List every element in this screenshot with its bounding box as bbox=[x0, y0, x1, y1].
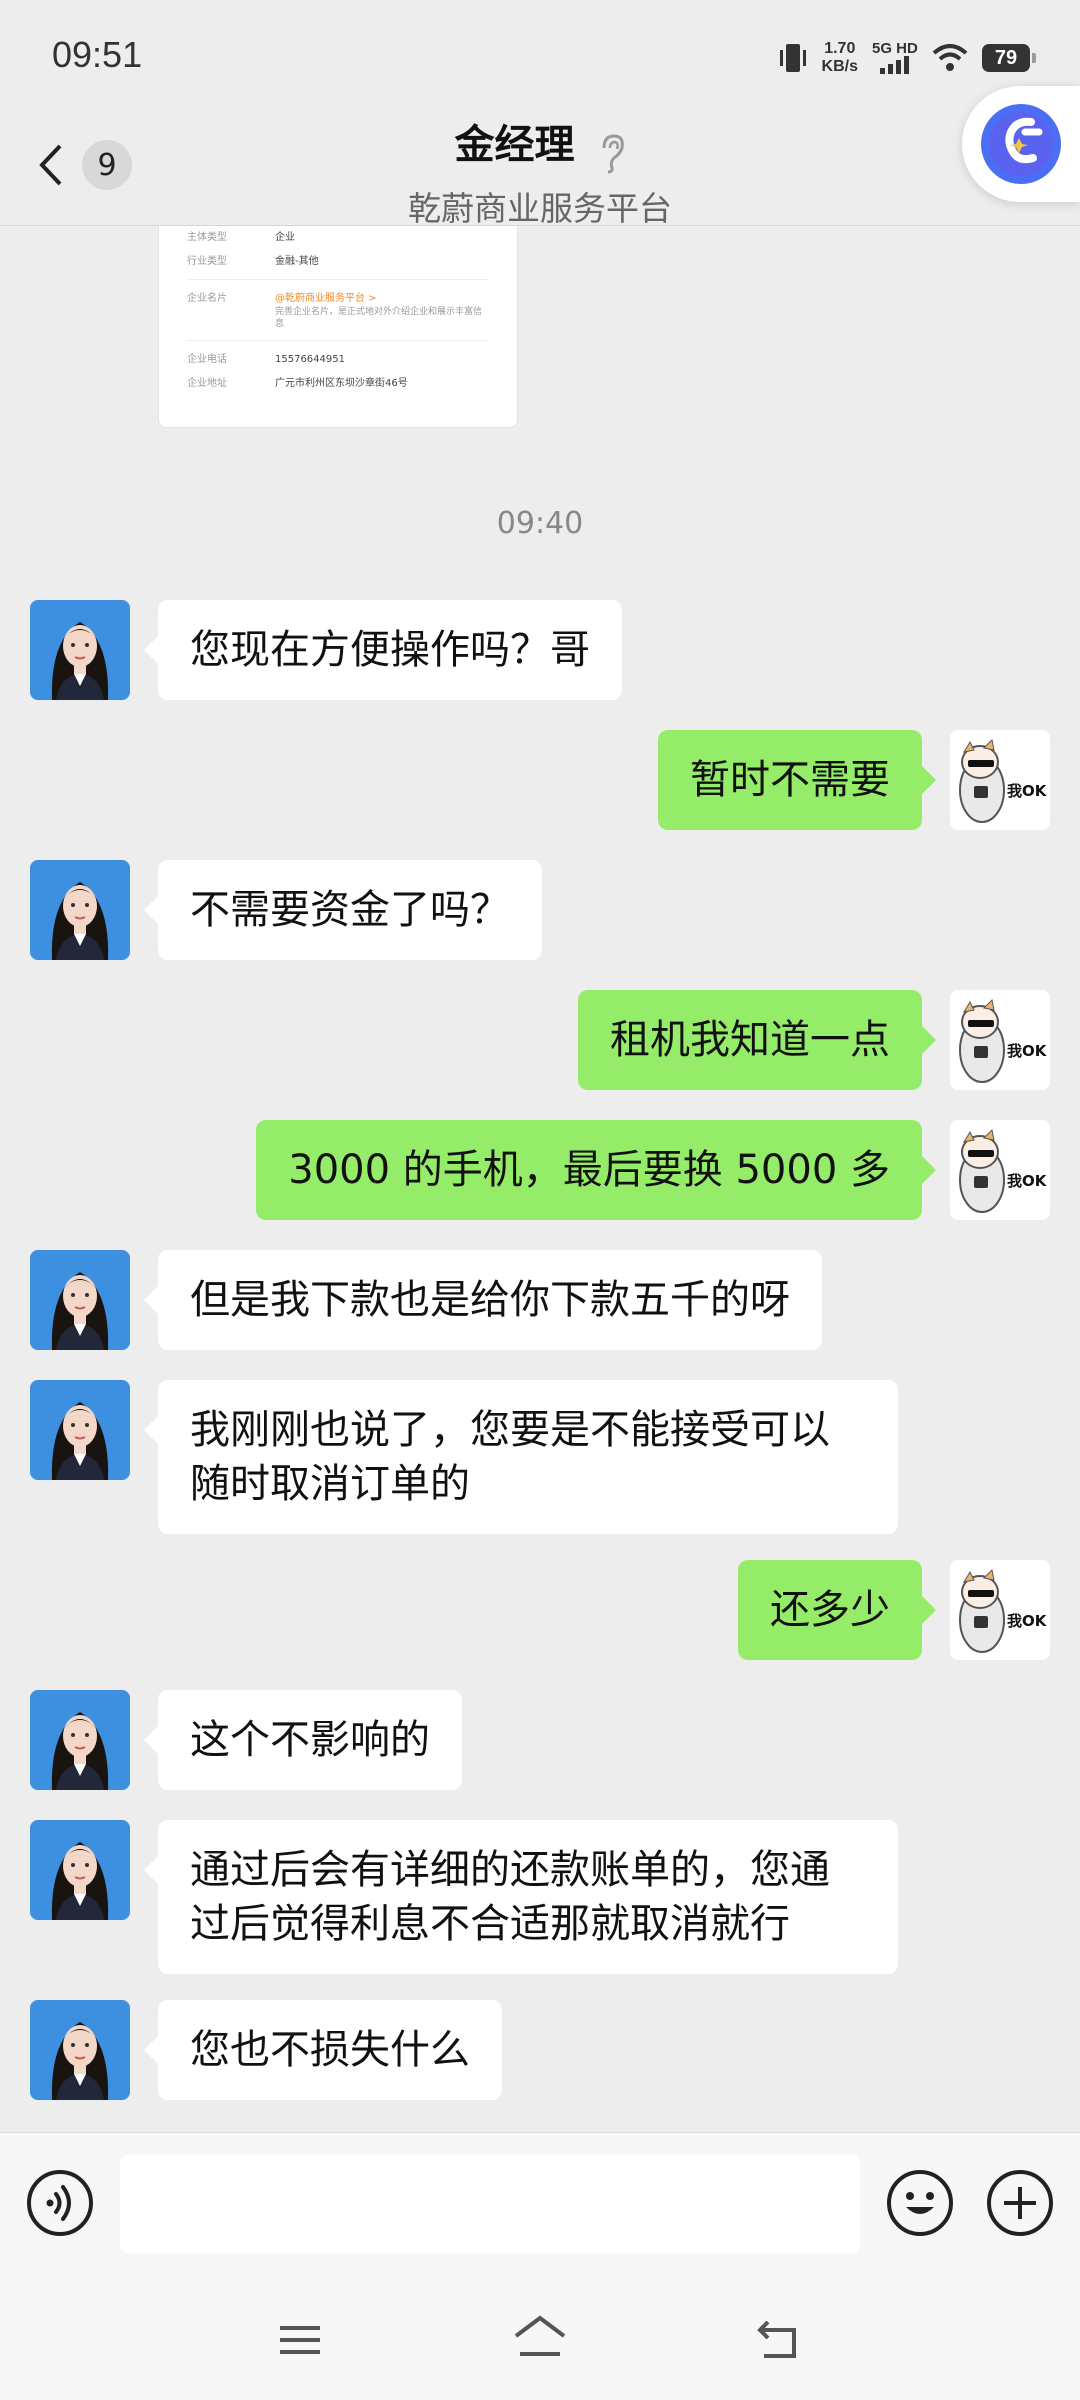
received-message: 不需要资金了吗？ bbox=[30, 860, 542, 960]
card-row: 企业名片 @乾蔚商业服务平台 > 完善企业名片，是正式地对外介绍企业和展示丰富信… bbox=[187, 292, 489, 330]
card-row: 主体类型 企业 bbox=[187, 231, 489, 245]
card-row-key: 企业电话 bbox=[187, 354, 227, 365]
business-card-preview[interactable]: 主体类型 企业 行业类型 金融-其他 企业名片 @乾蔚商业服务平台 > 完善企业… bbox=[158, 226, 518, 428]
sent-message: 我OK 3000 的手机，最后要换 5000 多 bbox=[256, 1120, 1050, 1220]
message-input[interactable] bbox=[120, 2155, 860, 2253]
vibrate-icon bbox=[779, 44, 806, 72]
status-icons: 1.70 KB/s 5G HD 79 bbox=[778, 36, 1036, 80]
message-bubble[interactable]: 这个不影响的 bbox=[144, 1690, 462, 1790]
card-divider bbox=[187, 279, 489, 280]
card-row-key: 企业地址 bbox=[187, 378, 227, 389]
net-speed-value: 1.70 bbox=[824, 40, 856, 57]
received-message: 您也不损失什么 bbox=[30, 2000, 502, 2100]
received-message: 通过后会有详细的还款账单的，您通过后觉得利息不合适那就取消就行 bbox=[30, 1820, 898, 1974]
status-bar: 09:51 1.70 KB/s 5G HD 79 bbox=[0, 0, 1080, 110]
card-row-value: @乾蔚商业服务平台 > 完善企业名片，是正式地对外介绍企业和展示丰富信息 bbox=[275, 292, 489, 330]
battery-indicator: 79 bbox=[982, 44, 1036, 72]
received-message: 这个不影响的 bbox=[30, 1690, 462, 1790]
signal-indicator: 5G HD bbox=[872, 40, 918, 76]
message-bubble[interactable]: 您也不损失什么 bbox=[144, 2000, 502, 2100]
sent-message: 我OK 还多少 bbox=[738, 1560, 1050, 1660]
contact-avatar[interactable] bbox=[30, 600, 130, 700]
message-bubble[interactable]: 不需要资金了吗？ bbox=[144, 860, 542, 960]
plus-icon[interactable] bbox=[986, 2169, 1054, 2237]
contact-avatar[interactable] bbox=[30, 2000, 130, 2100]
emoji-icon[interactable] bbox=[886, 2169, 954, 2237]
message-bubble[interactable]: 但是我下款也是给你下款五千的呀 bbox=[144, 1250, 822, 1350]
received-message: 我刚刚也说了，您要是不能接受可以随时取消订单的 bbox=[30, 1380, 898, 1534]
message-bubble[interactable]: 还多少 bbox=[738, 1560, 936, 1660]
card-row: 企业电话 15576644951 bbox=[187, 353, 489, 367]
title-block: 金经理 乾蔚商业服务平台 bbox=[0, 112, 1080, 230]
card-row-value: 金融-其他 bbox=[275, 256, 319, 267]
card-row-value: 企业 bbox=[275, 232, 295, 243]
chat-header: 9 金经理 乾蔚商业服务平台 bbox=[0, 100, 1080, 228]
message-timestamp: 09:40 bbox=[496, 506, 584, 541]
sent-message: 我OK 暂时不需要 bbox=[658, 730, 1050, 830]
message-bubble[interactable]: 我刚刚也说了，您要是不能接受可以随时取消订单的 bbox=[144, 1380, 898, 1534]
chat-title: 金经理 bbox=[454, 122, 575, 168]
status-time: 09:51 bbox=[52, 34, 143, 75]
wifi-icon bbox=[932, 44, 968, 71]
svg-text:我OK: 我OK bbox=[1007, 782, 1048, 800]
app-shortcut-icon bbox=[981, 104, 1061, 184]
sent-message: 我OK 租机我知道一点 bbox=[578, 990, 1050, 1090]
net-speed: 1.70 KB/s bbox=[822, 40, 858, 76]
chat-subtitle: 乾蔚商业服务平台 bbox=[408, 188, 672, 228]
ear-icon bbox=[602, 133, 624, 173]
message-bubble[interactable]: 暂时不需要 bbox=[658, 730, 936, 830]
contact-avatar[interactable] bbox=[30, 1690, 130, 1790]
card-row-value: 广元市利州区东坝沙章街46号 bbox=[275, 378, 408, 389]
my-avatar-sticker[interactable]: 我OK bbox=[950, 990, 1050, 1090]
contact-avatar[interactable] bbox=[30, 860, 130, 960]
contact-avatar[interactable] bbox=[30, 1380, 130, 1480]
my-avatar-sticker[interactable]: 我OK bbox=[950, 1560, 1050, 1660]
card-row-value: 15576644951 bbox=[275, 354, 345, 365]
voice-icon[interactable] bbox=[26, 2169, 94, 2237]
message-bubble[interactable]: 3000 的手机，最后要换 5000 多 bbox=[256, 1120, 936, 1220]
input-bar bbox=[0, 2132, 1080, 2272]
chat-message-list[interactable]: 主体类型 企业 行业类型 金融-其他 企业名片 @乾蔚商业服务平台 > 完善企业… bbox=[0, 226, 1080, 2132]
network-label: 5G HD bbox=[872, 40, 918, 57]
contact-avatar[interactable] bbox=[30, 1820, 130, 1920]
message-bubble[interactable]: 租机我知道一点 bbox=[578, 990, 936, 1090]
card-row-key: 主体类型 bbox=[187, 232, 227, 243]
message-bubble[interactable]: 您现在方便操作吗？哥 bbox=[144, 600, 622, 700]
card-divider bbox=[187, 340, 489, 341]
my-avatar-sticker[interactable]: 我OK bbox=[950, 730, 1050, 830]
svg-text:我OK: 我OK bbox=[1007, 1042, 1048, 1060]
received-message: 您现在方便操作吗？哥 bbox=[30, 600, 622, 700]
message-bubble[interactable]: 通过后会有详细的还款账单的，您通过后觉得利息不合适那就取消就行 bbox=[144, 1820, 898, 1974]
menu-icon[interactable] bbox=[272, 2312, 328, 2368]
contact-avatar[interactable] bbox=[30, 1250, 130, 1350]
my-avatar-sticker[interactable]: 我OK bbox=[950, 1120, 1050, 1220]
card-link[interactable]: @乾蔚商业服务平台 > bbox=[275, 293, 377, 304]
signal-bars-icon bbox=[880, 56, 909, 74]
card-row-key: 行业类型 bbox=[187, 256, 227, 267]
card-row: 行业类型 金融-其他 bbox=[187, 255, 489, 269]
back-icon[interactable] bbox=[750, 2312, 806, 2368]
received-message: 但是我下款也是给你下款五千的呀 bbox=[30, 1250, 822, 1350]
home-icon[interactable] bbox=[510, 2310, 570, 2366]
net-speed-unit: KB/s bbox=[821, 58, 858, 75]
svg-text:我OK: 我OK bbox=[1007, 1172, 1048, 1190]
floating-app-shortcut[interactable] bbox=[962, 86, 1080, 202]
card-row: 企业地址 广元市利州区东坝沙章街46号 bbox=[187, 377, 489, 391]
card-desc: 完善企业名片，是正式地对外介绍企业和展示丰富信息 bbox=[275, 307, 483, 329]
svg-text:我OK: 我OK bbox=[1007, 1612, 1048, 1630]
card-row-key: 企业名片 bbox=[187, 293, 227, 304]
system-nav-bar bbox=[0, 2272, 1080, 2400]
